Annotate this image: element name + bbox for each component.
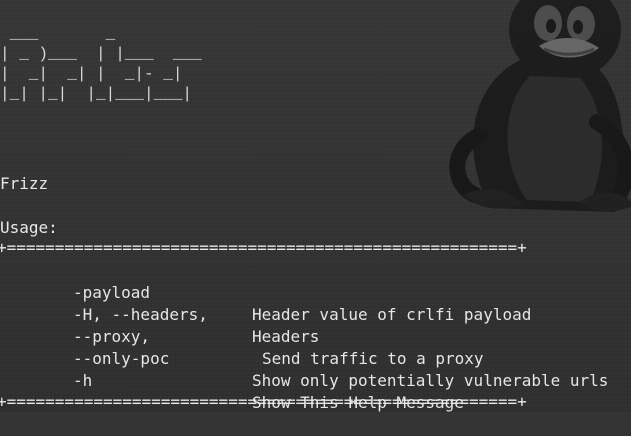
option-row-headers: -H, --headers, Headers [0,282,631,346]
usage-top-border: +=======================================… [0,238,527,257]
usage-bottom-border: +=======================================… [0,392,527,411]
option-row-payload: -payload Header value of crlfi payload [0,260,631,324]
tux-penguin-icon [449,0,631,212]
tool-name: Frizz [0,174,49,193]
option-flag: -h [73,371,93,390]
option-row-only-poc: --only-poc Show only potentially vulnera… [0,326,631,390]
option-row-help: -h Show This Help Message [0,348,631,412]
ascii-logo-banner: ___ _ | _ )___ | |___ ___ | _| _| | _|- … [0,25,202,103]
option-description: Show only potentially vulnerable urls [252,371,609,390]
option-row-proxy: --proxy, Send traffic to a proxy [0,304,631,368]
terminal-window[interactable]: ___ _ | _ )___ | |___ ___ | _| _| | _|- … [0,0,631,412]
usage-heading: Usage: [0,218,58,237]
